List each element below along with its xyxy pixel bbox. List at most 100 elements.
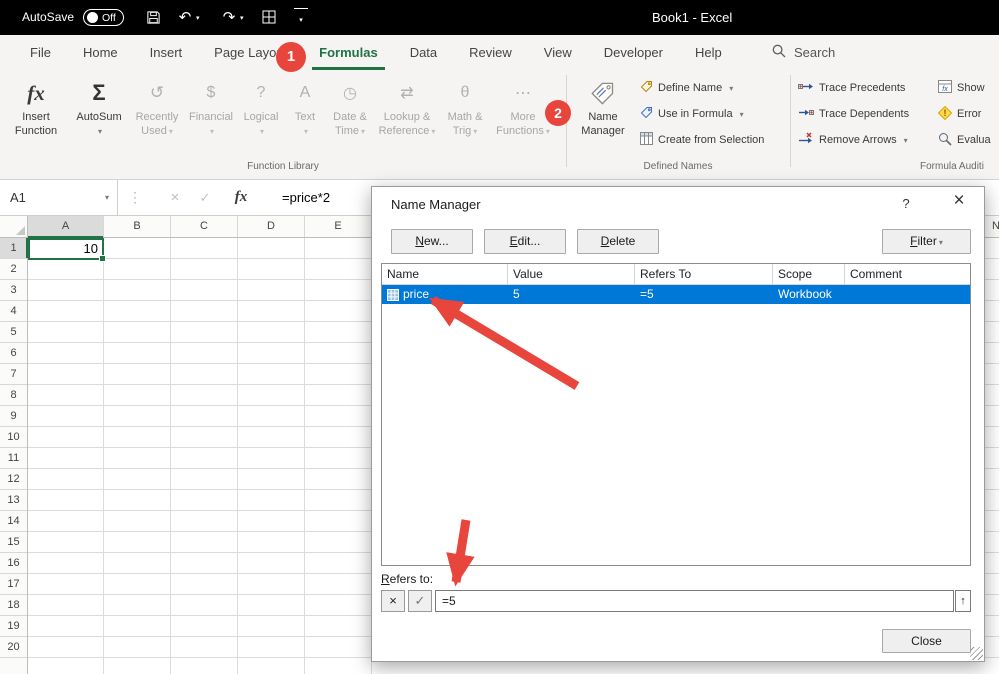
- tab-review[interactable]: Review: [453, 35, 528, 70]
- column-header-A[interactable]: A: [28, 216, 104, 238]
- math-trig-button[interactable]: θ Math & Trig ▾: [440, 76, 490, 164]
- undo-button[interactable]: ↶: [176, 0, 194, 35]
- name-box-chevron-icon: ▾: [104, 193, 109, 202]
- save-icon[interactable]: [146, 10, 161, 30]
- trace-dependents-button[interactable]: Trace Dependents: [798, 104, 909, 124]
- qat-customize-button[interactable]: ▾: [294, 8, 308, 27]
- text-button[interactable]: A Text ▾: [286, 76, 324, 164]
- redo-chevron-icon[interactable]: ▾: [240, 14, 244, 22]
- row-header-13[interactable]: 13: [0, 490, 27, 511]
- refers-cancel-button[interactable]: ×: [381, 590, 405, 612]
- name-manager-button[interactable]: Name Manager: [574, 76, 632, 164]
- close-button[interactable]: Close: [882, 629, 971, 653]
- excel-window: AutoSave Off ↶ ▾ ↷ ▾ ▾ Book1 - Excel Fil…: [0, 0, 999, 674]
- column-header-E[interactable]: E: [305, 216, 372, 237]
- recently-used-button[interactable]: ↺ Recently Used ▾: [130, 76, 184, 164]
- logical-button[interactable]: ? Logical ▾: [238, 76, 284, 164]
- row-header-7[interactable]: 7: [0, 364, 27, 385]
- dialog-title: Name Manager: [391, 197, 481, 212]
- row-header-6[interactable]: 6: [0, 343, 27, 364]
- tab-view[interactable]: View: [528, 35, 588, 70]
- financial-button[interactable]: $ Financial ▾: [186, 76, 236, 164]
- tab-file[interactable]: File: [14, 35, 67, 70]
- dialog-help-button[interactable]: ?: [896, 196, 916, 211]
- trace-precedents-icon: [798, 80, 814, 96]
- new-button[interactable]: New...: [391, 229, 473, 254]
- row-header-12[interactable]: 12: [0, 469, 27, 490]
- col-header-scope[interactable]: Scope: [773, 264, 845, 284]
- use-in-formula-button[interactable]: Use in Formula ▾: [640, 104, 744, 124]
- row-header-16[interactable]: 16: [0, 553, 27, 574]
- formula-input[interactable]: =price*2: [282, 180, 330, 215]
- name-box[interactable]: A1 ▾: [0, 180, 118, 215]
- col-header-name[interactable]: Name: [382, 264, 508, 284]
- refers-enter-button[interactable]: ✓: [408, 590, 432, 612]
- insert-function-button[interactable]: fx Insert Function: [8, 76, 64, 164]
- formula-bar-handle-icon[interactable]: ⋮: [122, 180, 148, 215]
- dialog-close-x-button[interactable]: ×: [944, 190, 974, 212]
- row-header-20[interactable]: 20: [0, 637, 27, 658]
- enter-check-icon[interactable]: ✓: [192, 180, 218, 215]
- tab-formulas[interactable]: Formulas: [303, 35, 394, 70]
- redo-button[interactable]: ↷: [220, 0, 238, 35]
- row-header-19[interactable]: 19: [0, 616, 27, 637]
- remove-arrows-button[interactable]: Remove Arrows ▾: [798, 130, 908, 150]
- names-list[interactable]: Name Value Refers To Scope Comment price…: [381, 263, 971, 566]
- row-header-10[interactable]: 10: [0, 427, 27, 448]
- autosum-button[interactable]: Σ AutoSum ▾: [70, 76, 128, 164]
- chevron-down-icon: ▾: [361, 127, 366, 136]
- row-header-8[interactable]: 8: [0, 385, 27, 406]
- row-header-3[interactable]: 3: [0, 280, 27, 301]
- row-header-1[interactable]: 1: [0, 238, 28, 259]
- tab-help[interactable]: Help: [679, 35, 738, 70]
- dialog-resize-grip[interactable]: [970, 647, 983, 660]
- error-checking-button[interactable]: ! Error: [937, 104, 981, 124]
- financial-icon: $: [206, 84, 216, 101]
- row-header-4[interactable]: 4: [0, 301, 27, 322]
- more-functions-button[interactable]: ⋯ More Functions ▾: [492, 76, 554, 164]
- autosave-toggle[interactable]: Off: [83, 9, 124, 26]
- filter-button[interactable]: Filter ▾: [882, 229, 971, 254]
- row-header-14[interactable]: 14: [0, 511, 27, 532]
- cell-a1-selected[interactable]: 10: [28, 238, 106, 262]
- show-formulas-button[interactable]: fx Show: [938, 78, 985, 98]
- edit-button[interactable]: Edit...: [484, 229, 566, 254]
- search-box[interactable]: Search: [772, 35, 835, 70]
- lookup-reference-button[interactable]: ⇄ Lookup & Reference ▾: [376, 76, 438, 164]
- col-header-value[interactable]: Value: [508, 264, 635, 284]
- collapse-dialog-up-arrow-button[interactable]: ↑: [955, 590, 971, 612]
- borders-grid-icon[interactable]: [262, 10, 276, 29]
- column-header-B[interactable]: B: [104, 216, 171, 237]
- undo-chevron-icon[interactable]: ▾: [196, 14, 200, 22]
- column-header-C[interactable]: C: [171, 216, 238, 237]
- trace-precedents-button[interactable]: Trace Precedents: [798, 78, 905, 98]
- column-header-D[interactable]: D: [238, 216, 305, 237]
- create-from-selection-button[interactable]: Create from Selection: [640, 130, 764, 150]
- column-header-N[interactable]: N: [985, 216, 999, 237]
- select-all-corner[interactable]: [0, 216, 28, 238]
- evaluate-formula-button[interactable]: Evalua: [938, 130, 991, 150]
- tab-developer[interactable]: Developer: [588, 35, 679, 70]
- delete-button[interactable]: Delete: [577, 229, 659, 254]
- tab-insert[interactable]: Insert: [134, 35, 199, 70]
- row-header-11[interactable]: 11: [0, 448, 27, 469]
- row-header-9[interactable]: 9: [0, 406, 27, 427]
- col-header-refers-to[interactable]: Refers To: [635, 264, 773, 284]
- refers-to-input[interactable]: =5: [435, 590, 954, 612]
- name-row-price[interactable]: price 5 =5 Workbook: [382, 285, 970, 304]
- row-header-18[interactable]: 18: [0, 595, 27, 616]
- row-header-17[interactable]: 17: [0, 574, 27, 595]
- insert-function-fx-icon[interactable]: fx: [228, 180, 254, 215]
- row-header-5[interactable]: 5: [0, 322, 27, 343]
- row-header-15[interactable]: 15: [0, 532, 27, 553]
- tab-home[interactable]: Home: [67, 35, 134, 70]
- grid-vline: [304, 238, 305, 674]
- row-header-2[interactable]: 2: [0, 259, 27, 280]
- tab-data[interactable]: Data: [394, 35, 453, 70]
- col-header-comment[interactable]: Comment: [845, 264, 970, 284]
- chevron-down-icon: ▾: [209, 127, 214, 136]
- define-name-button[interactable]: Define Name ▾: [640, 78, 733, 98]
- date-time-button[interactable]: ◷ Date & Time ▾: [326, 76, 374, 164]
- cancel-icon[interactable]: ×: [162, 180, 188, 215]
- autosave-label: AutoSave: [22, 10, 75, 24]
